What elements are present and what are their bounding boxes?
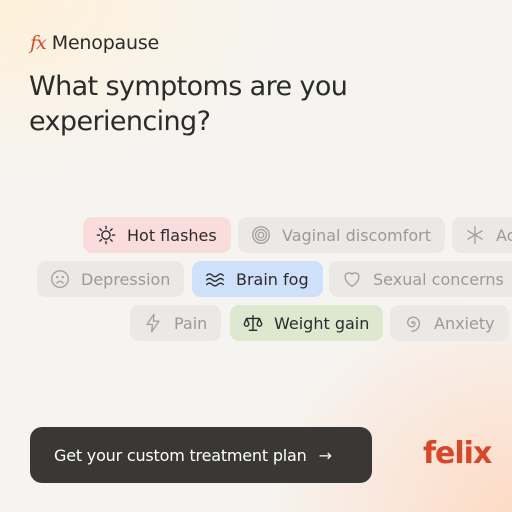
chip-hot-flashes[interactable]: Hot flashes bbox=[83, 217, 231, 253]
chip-label: Depression bbox=[81, 269, 171, 289]
sun-icon bbox=[95, 224, 117, 246]
chip-label: Vaginal discomfort bbox=[282, 225, 431, 245]
chip-pain[interactable]: Pain bbox=[130, 305, 222, 341]
spiral-icon bbox=[250, 224, 272, 246]
chip-label: Ac bbox=[496, 225, 512, 245]
chip-label: Hot flashes bbox=[127, 225, 217, 245]
get-treatment-plan-button[interactable]: Get your custom treatment plan → bbox=[30, 427, 372, 483]
brand-header: fx Menopause bbox=[30, 32, 159, 54]
spiral-icon bbox=[402, 312, 424, 334]
lightning-icon bbox=[142, 312, 164, 334]
chip-anxiety[interactable]: Anxiety bbox=[390, 305, 509, 341]
chip-label: Pain bbox=[174, 313, 208, 333]
sad-face-icon bbox=[49, 268, 71, 290]
page-title: What symptoms are you experiencing? bbox=[29, 71, 348, 137]
chip-aches[interactable]: Ac bbox=[452, 217, 512, 253]
heart-icon bbox=[341, 268, 363, 290]
chip-label: Sexual concerns bbox=[373, 269, 504, 289]
felix-logo: felix bbox=[423, 436, 492, 471]
chip-sexual-concerns[interactable]: Sexual concerns bbox=[329, 261, 512, 297]
asterisk-icon bbox=[464, 224, 486, 246]
chip-brain-fog[interactable]: Brain fog bbox=[192, 261, 323, 297]
waves-icon bbox=[204, 268, 226, 290]
chip-label: Anxiety bbox=[434, 313, 495, 333]
category-title: Menopause bbox=[51, 32, 160, 54]
arrow-right-icon: → bbox=[318, 445, 332, 465]
chip-label: Brain fog bbox=[236, 269, 309, 289]
chip-label: Weight gain bbox=[274, 313, 370, 333]
cta-label: Get your custom treatment plan bbox=[54, 445, 307, 465]
chip-vaginal-discomfort[interactable]: Vaginal discomfort bbox=[238, 217, 445, 253]
chip-weight-gain[interactable]: Weight gain bbox=[230, 305, 384, 341]
scale-icon bbox=[242, 312, 264, 334]
fx-logo-icon: fx bbox=[30, 31, 47, 54]
chip-depression[interactable]: Depression bbox=[37, 261, 185, 297]
